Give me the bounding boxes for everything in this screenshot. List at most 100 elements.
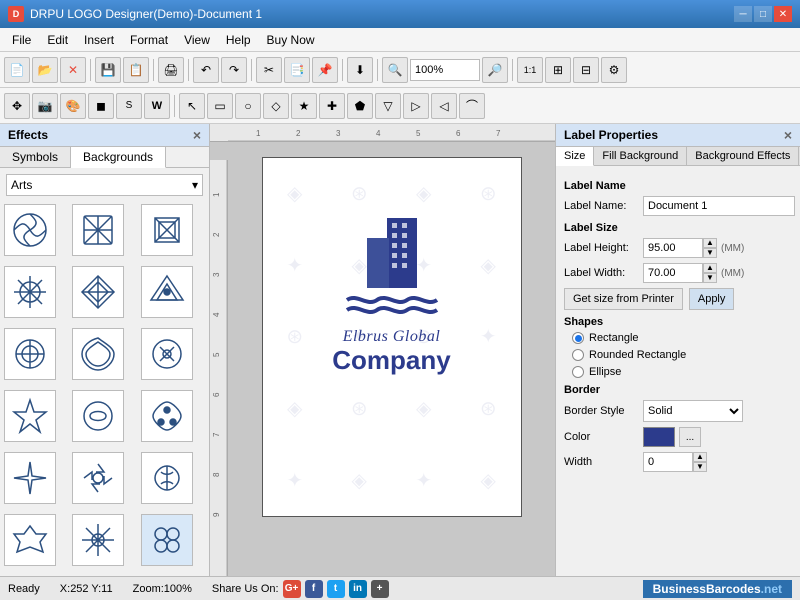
- save-as-button[interactable]: 📋: [123, 57, 149, 83]
- minimize-button[interactable]: ─: [734, 6, 752, 22]
- tab-fill-background[interactable]: Fill Background: [594, 147, 687, 165]
- effect-item[interactable]: [4, 452, 56, 504]
- effect-item[interactable]: [4, 328, 56, 380]
- grid2-button[interactable]: ⊟: [573, 57, 599, 83]
- label-name-input[interactable]: [643, 196, 795, 216]
- facebook-icon[interactable]: f: [305, 580, 323, 598]
- linkedin-icon[interactable]: in: [349, 580, 367, 598]
- effect-item[interactable]: [141, 328, 193, 380]
- effect-item[interactable]: [141, 204, 193, 256]
- grid-button[interactable]: ⊞: [545, 57, 571, 83]
- effect-item[interactable]: [72, 514, 124, 566]
- camera-button[interactable]: 📷: [32, 93, 58, 119]
- undo-button[interactable]: ↶: [193, 57, 219, 83]
- effect-item[interactable]: [72, 452, 124, 504]
- height-down-arrow[interactable]: ▼: [703, 248, 717, 258]
- border-color-swatch[interactable]: [643, 427, 675, 447]
- shapes-button[interactable]: ◼: [88, 93, 114, 119]
- height-input[interactable]: [643, 238, 703, 258]
- get-printer-size-button[interactable]: Get size from Printer: [564, 288, 683, 310]
- arrow-left-button[interactable]: ◁: [431, 93, 457, 119]
- effect-item[interactable]: [4, 266, 56, 318]
- tab-backgrounds[interactable]: Backgrounds: [71, 147, 166, 168]
- border-width-down-arrow[interactable]: ▼: [693, 462, 707, 472]
- barcode-button[interactable]: S: [116, 93, 142, 119]
- effect-item[interactable]: [4, 204, 56, 256]
- rounded-rectangle-radio[interactable]: [572, 349, 584, 361]
- menu-buynow[interactable]: Buy Now: [259, 28, 323, 51]
- maximize-button[interactable]: □: [754, 6, 772, 22]
- menu-file[interactable]: File: [4, 28, 39, 51]
- google-plus-icon[interactable]: G+: [283, 580, 301, 598]
- height-up-arrow[interactable]: ▲: [703, 238, 717, 248]
- zoom-in-button[interactable]: 🔍: [382, 57, 408, 83]
- effect-item[interactable]: [72, 390, 124, 442]
- effects-button[interactable]: 🎨: [60, 93, 86, 119]
- effect-item[interactable]: [141, 390, 193, 442]
- save-button[interactable]: 💾: [95, 57, 121, 83]
- border-width-up-arrow[interactable]: ▲: [693, 452, 707, 462]
- cross-button[interactable]: ✚: [319, 93, 345, 119]
- share-more-icon[interactable]: +: [371, 580, 389, 598]
- text-button[interactable]: W: [144, 93, 170, 119]
- star-button[interactable]: ★: [291, 93, 317, 119]
- zoom-out-button[interactable]: 🔎: [482, 57, 508, 83]
- ellipse-option[interactable]: Ellipse: [572, 366, 792, 378]
- toolbar-drawing: ✥ 📷 🎨 ◼ S W ↖ ▭ ○ ◇ ★ ✚ ⬟ ▽ ▷ ◁ ⌒: [0, 88, 800, 124]
- circle-button[interactable]: ○: [235, 93, 261, 119]
- width-input[interactable]: [643, 263, 703, 283]
- paste-button[interactable]: 📌: [312, 57, 338, 83]
- ellipse-radio[interactable]: [572, 366, 584, 378]
- tab-symbols[interactable]: Symbols: [0, 147, 71, 167]
- menu-format[interactable]: Format: [122, 28, 176, 51]
- arrow-button[interactable]: ↖: [179, 93, 205, 119]
- effect-item[interactable]: [141, 266, 193, 318]
- menu-help[interactable]: Help: [218, 28, 259, 51]
- border-style-select[interactable]: Solid Dashed Dotted None: [643, 400, 743, 422]
- curve-button[interactable]: ⌒: [459, 93, 485, 119]
- effect-item[interactable]: [4, 390, 56, 442]
- width-down-arrow[interactable]: ▼: [703, 273, 717, 283]
- tab-background-effects[interactable]: Background Effects: [687, 147, 799, 165]
- effects-panel-close[interactable]: ×: [193, 127, 201, 143]
- rectangle-option[interactable]: Rectangle: [572, 332, 792, 344]
- border-width-input[interactable]: [643, 452, 693, 472]
- rectangle-button[interactable]: ▭: [207, 93, 233, 119]
- new-button[interactable]: 📄: [4, 57, 30, 83]
- effect-item[interactable]: [72, 204, 124, 256]
- settings-button[interactable]: ⚙: [601, 57, 627, 83]
- twitter-icon[interactable]: t: [327, 580, 345, 598]
- effect-item[interactable]: [72, 328, 124, 380]
- cut-button[interactable]: ✂: [256, 57, 282, 83]
- tab-size[interactable]: Size: [556, 147, 594, 166]
- effect-item[interactable]: [72, 266, 124, 318]
- select-button[interactable]: ✥: [4, 93, 30, 119]
- effect-item[interactable]: [141, 514, 193, 566]
- copy-button[interactable]: 📑: [284, 57, 310, 83]
- redo-button[interactable]: ↷: [221, 57, 247, 83]
- menu-insert[interactable]: Insert: [76, 28, 122, 51]
- actual-size-button[interactable]: 1:1: [517, 57, 543, 83]
- effect-item[interactable]: [4, 514, 56, 566]
- effect-item[interactable]: [141, 452, 193, 504]
- menu-view[interactable]: View: [176, 28, 218, 51]
- diamond-button[interactable]: ◇: [263, 93, 289, 119]
- props-panel-close[interactable]: ×: [784, 127, 792, 143]
- close-doc-button[interactable]: ✕: [60, 57, 86, 83]
- menu-edit[interactable]: Edit: [39, 28, 76, 51]
- document-canvas[interactable]: ◈⊛◈⊛ ✦◈✦◈ ⊛✦⊛✦ ◈⊛◈⊛ ✦◈✦◈: [262, 157, 522, 517]
- triangle-button[interactable]: ▽: [375, 93, 401, 119]
- arrow-right-button[interactable]: ▷: [403, 93, 429, 119]
- apply-button[interactable]: Apply: [689, 288, 735, 310]
- rounded-rectangle-option[interactable]: Rounded Rectangle: [572, 349, 792, 361]
- rectangle-radio[interactable]: [572, 332, 584, 344]
- arts-dropdown[interactable]: Arts ▾: [6, 174, 203, 196]
- pentagon-button[interactable]: ⬟: [347, 93, 373, 119]
- sep1: [90, 59, 91, 81]
- close-button[interactable]: ✕: [774, 6, 792, 22]
- import-button[interactable]: ⬇: [347, 57, 373, 83]
- print-button[interactable]: 🖨: [158, 57, 184, 83]
- border-color-picker-button[interactable]: ...: [679, 427, 701, 447]
- width-up-arrow[interactable]: ▲: [703, 263, 717, 273]
- open-button[interactable]: 📂: [32, 57, 58, 83]
